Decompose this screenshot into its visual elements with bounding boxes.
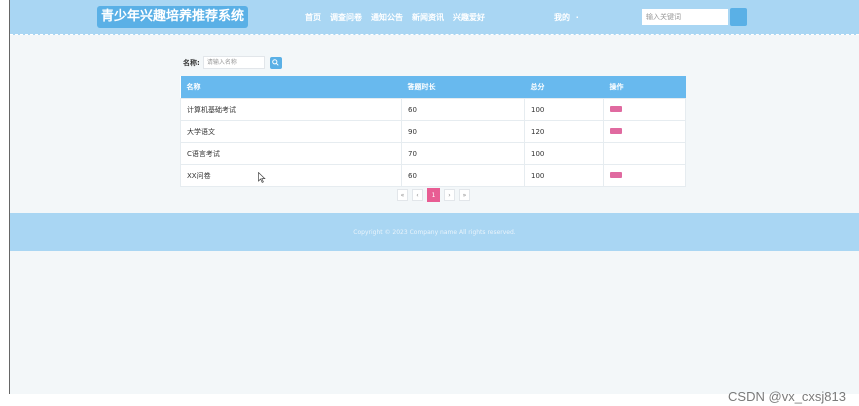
nav-hobby[interactable]: 兴趣爱好 (453, 12, 485, 23)
page-prev-button[interactable]: ‹ (412, 189, 423, 201)
csdn-watermark: CSDN @vx_cxsj813 (728, 389, 846, 404)
copyright-text: Copyright © 2023 Company name All rights… (353, 228, 516, 236)
name-filter: 名称: (183, 56, 282, 69)
page-first-button[interactable]: « (397, 189, 408, 201)
table-row[interactable]: XX问卷 60 100 (180, 164, 686, 187)
browser-viewport: 青少年兴趣培养推荐系统 首页 调查问卷 通知公告 新闻资讯 兴趣爱好 我的 · … (10, 0, 859, 394)
cell-duration: 60 (401, 164, 525, 187)
cell-action (603, 142, 686, 165)
table-header-row: 名称 答题时长 总分 操作 (180, 76, 686, 99)
page-current-button[interactable]: 1 (427, 188, 440, 202)
filter-label: 名称: (183, 58, 200, 67)
header-search-input[interactable] (642, 9, 728, 25)
table-row[interactable]: 计算机基础考试 60 100 (180, 98, 686, 121)
col-header-name: 名称 (180, 76, 402, 99)
cell-score: 100 (524, 164, 604, 187)
page-next-button[interactable]: › (444, 189, 455, 201)
site-logo[interactable]: 青少年兴趣培养推荐系统 (97, 6, 249, 28)
cell-action (603, 120, 686, 143)
nav-news[interactable]: 新闻资讯 (412, 12, 444, 23)
page-footer: Copyright © 2023 Company name All rights… (10, 213, 859, 251)
action-button[interactable] (610, 105, 622, 112)
table-row[interactable]: C语言考试 70 100 (180, 142, 686, 165)
action-button[interactable] (610, 171, 622, 178)
cell-name: XX问卷 (180, 164, 402, 187)
filter-search-button[interactable] (269, 56, 282, 69)
search-icon (272, 59, 279, 66)
nav-home[interactable]: 首页 (305, 12, 321, 23)
nav-mine-dropdown[interactable]: 我的 · (554, 12, 579, 23)
table-row[interactable]: 大学语文 90 120 (180, 120, 686, 143)
action-button[interactable] (610, 127, 622, 134)
cell-action (603, 164, 686, 187)
main-nav: 首页 调查问卷 通知公告 新闻资讯 兴趣爱好 (305, 0, 494, 34)
cell-score: 100 (524, 98, 604, 121)
pagination: « ‹ 1 › » (397, 188, 474, 202)
nav-mine-label: 我的 (554, 13, 570, 22)
name-filter-input[interactable] (202, 56, 265, 69)
col-header-score: 总分 (524, 76, 604, 99)
cell-name: C语言考试 (180, 142, 402, 165)
cell-duration: 70 (401, 142, 525, 165)
cell-name: 计算机基础考试 (180, 98, 402, 121)
mouse-cursor-icon (258, 172, 266, 183)
top-navbar: 青少年兴趣培养推荐系统 首页 调查问卷 通知公告 新闻资讯 兴趣爱好 我的 · (10, 0, 859, 35)
col-header-duration: 答题时长 (401, 76, 525, 99)
nav-survey[interactable]: 调查问卷 (330, 12, 362, 23)
cell-duration: 60 (401, 98, 525, 121)
exam-table: 名称 答题时长 总分 操作 计算机基础考试 60 100 大学语文 90 120… (180, 76, 686, 187)
page-last-button[interactable]: » (459, 189, 470, 201)
cell-name: 大学语文 (180, 120, 402, 143)
chevron-down-icon: · (575, 13, 579, 22)
col-header-action: 操作 (603, 76, 686, 99)
cell-score: 100 (524, 142, 604, 165)
header-search-button[interactable] (730, 8, 747, 26)
cell-duration: 90 (401, 120, 525, 143)
cell-action (603, 98, 686, 121)
cell-score: 120 (524, 120, 604, 143)
nav-notice[interactable]: 通知公告 (371, 12, 403, 23)
